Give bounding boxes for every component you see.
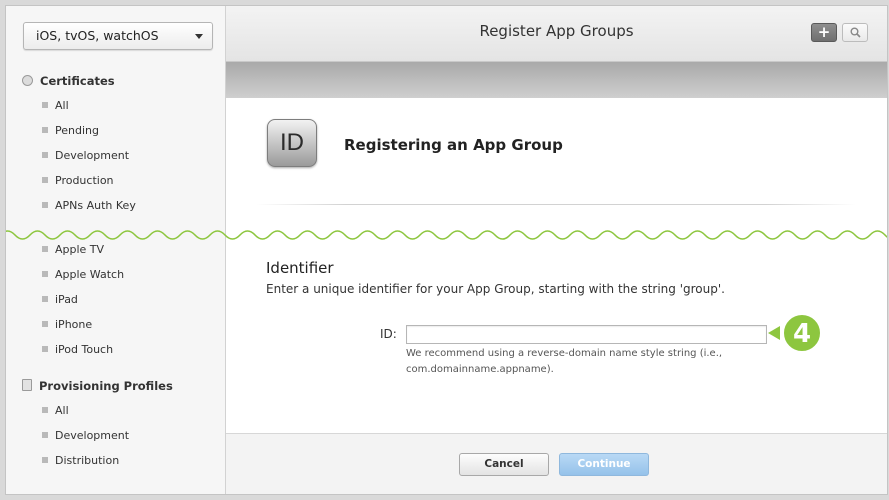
identifier-title: Identifier <box>266 259 334 277</box>
certificate-icon <box>22 75 33 86</box>
sidebar-item-label: Apple TV <box>55 243 105 256</box>
search-icon <box>850 27 861 38</box>
document-icon <box>22 379 32 391</box>
bullet-icon <box>42 346 48 352</box>
sidebar-item-pending[interactable]: Pending <box>42 123 99 139</box>
sidebar-item-label: All <box>55 404 69 417</box>
id-field-hint: We recommend using a reverse-domain name… <box>406 346 766 378</box>
sidebar-item-ipad[interactable]: iPad <box>42 292 78 308</box>
id-field-hint-line: We recommend using a reverse-domain name… <box>406 348 723 359</box>
sidebar-item-certificates-all[interactable]: All <box>42 98 69 114</box>
title-bar: Register App Groups + <box>226 6 887 62</box>
bullet-icon <box>42 407 48 413</box>
toolbar-band <box>226 62 887 98</box>
bullet-icon <box>42 202 48 208</box>
bullet-icon <box>42 457 48 463</box>
sidebar-item-production[interactable]: Production <box>42 173 114 189</box>
form-footer <box>226 433 887 494</box>
sidebar-item-label: Development <box>55 149 130 162</box>
platform-select[interactable]: iOS, tvOS, watchOS <box>23 22 213 50</box>
id-field-label: ID: <box>380 327 397 341</box>
sidebar-item-label: iPhone <box>55 318 93 331</box>
section-provisioning-title: Provisioning Profiles <box>39 379 173 393</box>
step-number: 4 <box>793 319 811 349</box>
sidebar-item-apns-auth-key[interactable]: APNs Auth Key <box>42 198 136 214</box>
registration-heading: Registering an App Group <box>344 136 563 154</box>
sidebar-item-ipod-touch[interactable]: iPod Touch <box>42 342 113 358</box>
bullet-icon <box>42 152 48 158</box>
bullet-icon <box>42 321 48 327</box>
bullet-icon <box>42 127 48 133</box>
section-certificates-title: Certificates <box>40 74 115 88</box>
cancel-button[interactable]: Cancel <box>459 453 549 476</box>
id-field-hint-line: com.domainname.appname). <box>406 364 554 375</box>
bullet-icon <box>42 177 48 183</box>
torn-edge-separator <box>6 230 887 240</box>
sidebar-item-label: Distribution <box>55 454 120 467</box>
id-input[interactable] <box>406 325 767 344</box>
platform-select-value: iOS, tvOS, watchOS <box>36 28 159 43</box>
step-callout-icon: 4 <box>768 313 822 353</box>
bullet-icon <box>42 271 48 277</box>
identifier-description: Enter a unique identifier for your App G… <box>266 282 725 296</box>
section-provisioning-profiles: Provisioning Profiles <box>22 377 173 395</box>
sidebar-item-label: Apple Watch <box>55 268 125 281</box>
sidebar-item-label: iPod Touch <box>55 343 114 356</box>
bullet-icon <box>42 296 48 302</box>
sidebar-item-label: All <box>55 99 69 112</box>
bullet-icon <box>42 246 48 252</box>
sidebar-item-label: iPad <box>55 293 78 306</box>
sidebar-item-label: Development <box>55 429 130 442</box>
sidebar-item-label: Pending <box>55 124 99 137</box>
sidebar-item-label: Production <box>55 174 114 187</box>
bullet-icon <box>42 432 48 438</box>
section-certificates: Certificates <box>22 72 115 90</box>
add-button[interactable]: + <box>811 23 837 42</box>
app-window: iOS, tvOS, watchOS Certificates All Pend… <box>5 5 888 495</box>
app-group-id-icon: ID <box>267 119 317 167</box>
sidebar-item-profiles-development[interactable]: Development <box>42 428 129 444</box>
section-divider <box>256 204 856 205</box>
search-button[interactable] <box>842 23 868 42</box>
sidebar: iOS, tvOS, watchOS Certificates All Pend… <box>6 6 226 494</box>
sidebar-item-apple-watch[interactable]: Apple Watch <box>42 267 124 283</box>
sidebar-item-certificates-development[interactable]: Development <box>42 148 129 164</box>
sidebar-item-label: APNs Auth Key <box>55 199 136 212</box>
sidebar-item-apple-tv[interactable]: Apple TV <box>42 242 104 258</box>
chevron-down-icon <box>195 34 203 39</box>
sidebar-item-distribution[interactable]: Distribution <box>42 453 119 469</box>
bullet-icon <box>42 102 48 108</box>
sidebar-item-profiles-all[interactable]: All <box>42 403 69 419</box>
continue-button[interactable]: Continue <box>559 453 649 476</box>
page-title: Register App Groups <box>479 22 634 40</box>
sidebar-item-iphone[interactable]: iPhone <box>42 317 92 333</box>
